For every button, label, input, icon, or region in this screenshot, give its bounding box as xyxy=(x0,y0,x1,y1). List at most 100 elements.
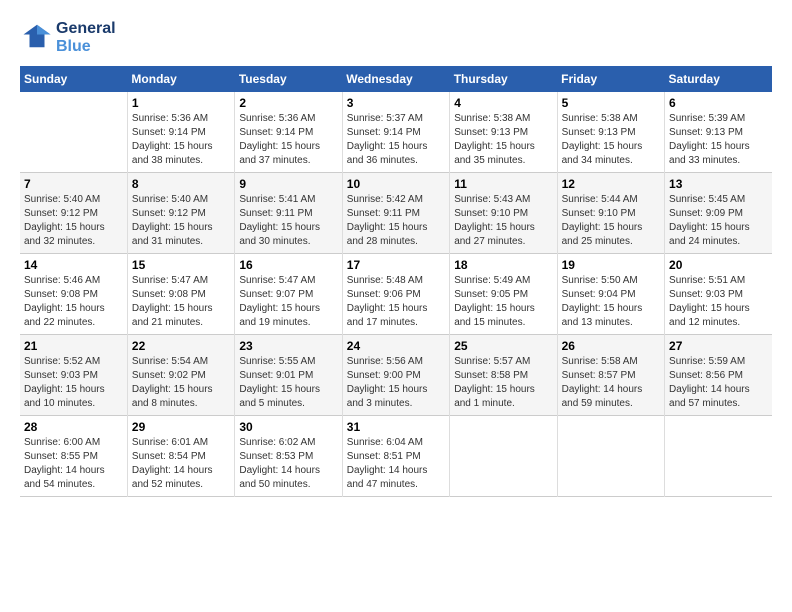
day-info: Sunrise: 5:38 AM Sunset: 9:13 PM Dayligh… xyxy=(562,112,660,168)
day-info: Sunrise: 5:47 AM Sunset: 9:07 PM Dayligh… xyxy=(239,274,337,330)
day-info: Sunrise: 5:55 AM Sunset: 9:01 PM Dayligh… xyxy=(239,355,337,411)
calendar-cell: 30 Sunrise: 6:02 AM Sunset: 8:53 PM Dayli… xyxy=(235,416,342,497)
col-friday: Friday xyxy=(557,66,664,92)
calendar-week-1: 1 Sunrise: 5:36 AM Sunset: 9:14 PM Daylig… xyxy=(20,92,772,173)
calendar-cell: 6Sunrise: 5:39 AM Sunset: 9:13 PM Daylig… xyxy=(665,92,772,173)
day-info: Sunrise: 5:45 AM Sunset: 9:09 PM Dayligh… xyxy=(669,193,768,249)
calendar-week-4: 21 Sunrise: 5:52 AM Sunset: 9:03 PM Dayli… xyxy=(20,335,772,416)
calendar-cell: 13 Sunrise: 5:45 AM Sunset: 9:09 PM Dayli… xyxy=(665,173,772,254)
calendar-header: Sunday Monday Tuesday Wednesday Thursday… xyxy=(20,66,772,92)
calendar-week-3: 14Sunrise: 5:46 AM Sunset: 9:08 PM Dayli… xyxy=(20,254,772,335)
col-monday: Monday xyxy=(127,66,234,92)
day-number: 3 xyxy=(347,96,445,110)
day-number: 28 xyxy=(24,420,123,434)
day-number: 24 xyxy=(347,339,445,353)
calendar-cell: 7 Sunrise: 5:40 AM Sunset: 9:12 PM Daylig… xyxy=(20,173,127,254)
calendar-week-2: 7 Sunrise: 5:40 AM Sunset: 9:12 PM Daylig… xyxy=(20,173,772,254)
day-number: 5 xyxy=(562,96,660,110)
day-info: Sunrise: 5:42 AM Sunset: 9:11 PM Dayligh… xyxy=(347,193,445,249)
calendar-cell xyxy=(450,416,557,497)
calendar-cell: 4 Sunrise: 5:38 AM Sunset: 9:13 PM Daylig… xyxy=(450,92,557,173)
col-tuesday: Tuesday xyxy=(235,66,342,92)
day-info: Sunrise: 5:36 AM Sunset: 9:14 PM Dayligh… xyxy=(239,112,337,168)
day-info: Sunrise: 5:54 AM Sunset: 9:02 PM Dayligh… xyxy=(132,355,230,411)
logo-name-blue: Blue xyxy=(56,38,116,56)
day-number: 25 xyxy=(454,339,552,353)
calendar-cell: 28 Sunrise: 6:00 AM Sunset: 8:55 PM Dayli… xyxy=(20,416,127,497)
calendar-cell: 19 Sunrise: 5:50 AM Sunset: 9:04 PM Dayli… xyxy=(557,254,664,335)
calendar-cell: 9Sunrise: 5:41 AM Sunset: 9:11 PM Daylig… xyxy=(235,173,342,254)
day-info: Sunrise: 5:51 AM Sunset: 9:03 PM Dayligh… xyxy=(669,274,768,330)
day-info: Sunrise: 5:56 AM Sunset: 9:00 PM Dayligh… xyxy=(347,355,445,411)
col-saturday: Saturday xyxy=(665,66,772,92)
day-number: 1 xyxy=(132,96,230,110)
day-number: 11 xyxy=(454,177,552,191)
calendar-cell: 17Sunrise: 5:48 AM Sunset: 9:06 PM Dayli… xyxy=(342,254,449,335)
calendar-week-5: 28 Sunrise: 6:00 AM Sunset: 8:55 PM Dayli… xyxy=(20,416,772,497)
day-info: Sunrise: 5:49 AM Sunset: 9:05 PM Dayligh… xyxy=(454,274,552,330)
day-info: Sunrise: 6:02 AM Sunset: 8:53 PM Dayligh… xyxy=(239,436,337,492)
calendar-cell: 26 Sunrise: 5:58 AM Sunset: 8:57 PM Dayli… xyxy=(557,335,664,416)
day-number: 16 xyxy=(239,258,337,272)
calendar-cell: 18 Sunrise: 5:49 AM Sunset: 9:05 PM Dayli… xyxy=(450,254,557,335)
day-info: Sunrise: 5:36 AM Sunset: 9:14 PM Dayligh… xyxy=(132,112,230,168)
day-info: Sunrise: 5:44 AM Sunset: 9:10 PM Dayligh… xyxy=(562,193,660,249)
day-info: Sunrise: 5:52 AM Sunset: 9:03 PM Dayligh… xyxy=(24,355,123,411)
day-number: 6 xyxy=(669,96,768,110)
day-number: 17 xyxy=(347,258,445,272)
header-row: Sunday Monday Tuesday Wednesday Thursday… xyxy=(20,66,772,92)
calendar-cell: 21 Sunrise: 5:52 AM Sunset: 9:03 PM Dayli… xyxy=(20,335,127,416)
day-info: Sunrise: 5:37 AM Sunset: 9:14 PM Dayligh… xyxy=(347,112,445,168)
day-number: 26 xyxy=(562,339,660,353)
calendar-cell: 10Sunrise: 5:42 AM Sunset: 9:11 PM Dayli… xyxy=(342,173,449,254)
logo-name-general: General xyxy=(56,20,116,38)
day-number: 21 xyxy=(24,339,123,353)
calendar-body: 1 Sunrise: 5:36 AM Sunset: 9:14 PM Daylig… xyxy=(20,92,772,497)
calendar-cell xyxy=(20,92,127,173)
day-info: Sunrise: 5:40 AM Sunset: 9:12 PM Dayligh… xyxy=(24,193,123,249)
calendar-cell: 22 Sunrise: 5:54 AM Sunset: 9:02 PM Dayli… xyxy=(127,335,234,416)
day-info: Sunrise: 5:47 AM Sunset: 9:08 PM Dayligh… xyxy=(132,274,230,330)
day-number: 18 xyxy=(454,258,552,272)
col-thursday: Thursday xyxy=(450,66,557,92)
day-number: 4 xyxy=(454,96,552,110)
col-sunday: Sunday xyxy=(20,66,127,92)
col-wednesday: Wednesday xyxy=(342,66,449,92)
day-info: Sunrise: 5:59 AM Sunset: 8:56 PM Dayligh… xyxy=(669,355,768,411)
day-info: Sunrise: 6:00 AM Sunset: 8:55 PM Dayligh… xyxy=(24,436,123,492)
calendar-cell xyxy=(557,416,664,497)
day-number: 13 xyxy=(669,177,768,191)
calendar-cell xyxy=(665,416,772,497)
calendar-cell: 2 Sunrise: 5:36 AM Sunset: 9:14 PM Daylig… xyxy=(235,92,342,173)
page-header: General Blue xyxy=(20,20,772,56)
day-number: 19 xyxy=(562,258,660,272)
day-info: Sunrise: 5:58 AM Sunset: 8:57 PM Dayligh… xyxy=(562,355,660,411)
calendar-cell: 12 Sunrise: 5:44 AM Sunset: 9:10 PM Dayli… xyxy=(557,173,664,254)
day-info: Sunrise: 6:01 AM Sunset: 8:54 PM Dayligh… xyxy=(132,436,230,492)
calendar-cell: 5 Sunrise: 5:38 AM Sunset: 9:13 PM Daylig… xyxy=(557,92,664,173)
calendar-cell: 15Sunrise: 5:47 AM Sunset: 9:08 PM Dayli… xyxy=(127,254,234,335)
day-number: 2 xyxy=(239,96,337,110)
calendar-cell: 31 Sunrise: 6:04 AM Sunset: 8:51 PM Dayli… xyxy=(342,416,449,497)
calendar-cell: 23 Sunrise: 5:55 AM Sunset: 9:01 PM Dayli… xyxy=(235,335,342,416)
day-number: 7 xyxy=(24,177,123,191)
day-number: 22 xyxy=(132,339,230,353)
day-number: 20 xyxy=(669,258,768,272)
day-info: Sunrise: 5:43 AM Sunset: 9:10 PM Dayligh… xyxy=(454,193,552,249)
calendar-cell: 11 Sunrise: 5:43 AM Sunset: 9:10 PM Dayli… xyxy=(450,173,557,254)
day-number: 23 xyxy=(239,339,337,353)
day-number: 14 xyxy=(24,258,123,272)
day-number: 30 xyxy=(239,420,337,434)
logo-icon xyxy=(22,21,52,51)
day-info: Sunrise: 5:38 AM Sunset: 9:13 PM Dayligh… xyxy=(454,112,552,168)
day-number: 31 xyxy=(347,420,445,434)
day-number: 29 xyxy=(132,420,230,434)
day-info: Sunrise: 5:40 AM Sunset: 9:12 PM Dayligh… xyxy=(132,193,230,249)
day-info: Sunrise: 5:50 AM Sunset: 9:04 PM Dayligh… xyxy=(562,274,660,330)
calendar-cell: 29 Sunrise: 6:01 AM Sunset: 8:54 PM Dayli… xyxy=(127,416,234,497)
day-number: 12 xyxy=(562,177,660,191)
calendar-cell: 16 Sunrise: 5:47 AM Sunset: 9:07 PM Dayli… xyxy=(235,254,342,335)
logo: General Blue xyxy=(20,20,116,56)
day-info: Sunrise: 6:04 AM Sunset: 8:51 PM Dayligh… xyxy=(347,436,445,492)
day-info: Sunrise: 5:57 AM Sunset: 8:58 PM Dayligh… xyxy=(454,355,552,411)
